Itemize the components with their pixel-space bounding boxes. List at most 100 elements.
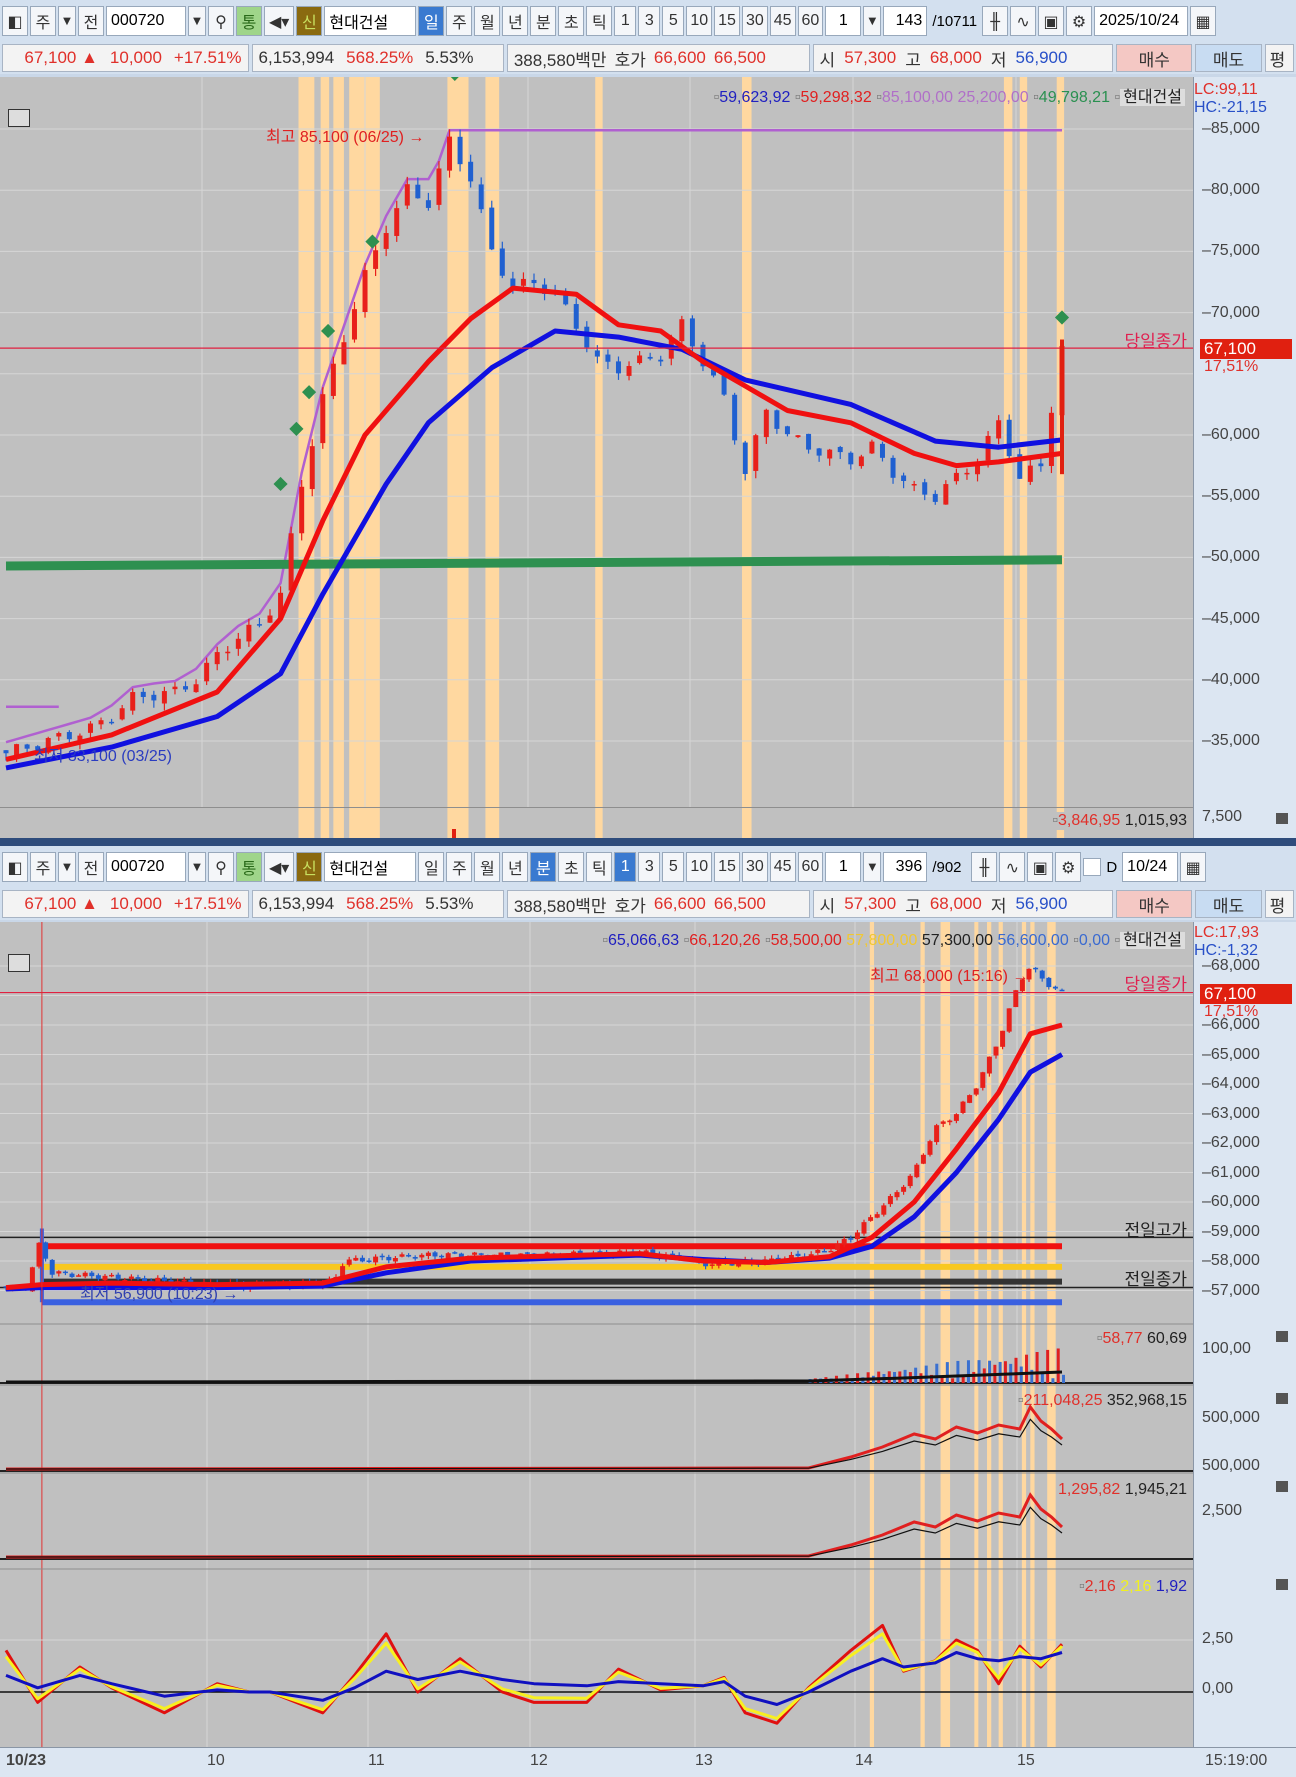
period-tab-0[interactable]: 일 bbox=[418, 852, 445, 882]
time-axis[interactable]: 10/23 10 11 12 13 14 15 15:19:00 bbox=[0, 1747, 1296, 1777]
stock-name-field[interactable]: 현대건설 bbox=[324, 6, 417, 36]
interval-button-30[interactable]: 30 bbox=[741, 6, 768, 36]
y-tick: –80,000 bbox=[1202, 181, 1260, 199]
exchange-select[interactable]: 전 bbox=[78, 852, 104, 882]
calendar-icon[interactable]: ▦ bbox=[1190, 6, 1217, 36]
interval-button-45[interactable]: 45 bbox=[769, 6, 796, 36]
period-tab-3[interactable]: 년 bbox=[502, 852, 529, 882]
close-panel-icon[interactable] bbox=[1276, 813, 1288, 824]
daily-price-axis[interactable]: LC:99,11 HC:-21,15 67,100 17,51% 7,500 –… bbox=[1193, 77, 1296, 838]
candle-body bbox=[894, 1192, 900, 1198]
minute-chart-area[interactable]: ▫65,066,63 ▫66,120,26 ▫58,500,00 57,800,… bbox=[0, 922, 1193, 1747]
interval-button-5[interactable]: 5 bbox=[662, 6, 685, 36]
interval-button-10[interactable]: 10 bbox=[686, 852, 713, 882]
eval-button[interactable]: 평 bbox=[1264, 44, 1294, 72]
grid-toggle-icon[interactable] bbox=[8, 109, 30, 127]
data-position-input[interactable]: 396 bbox=[883, 852, 928, 882]
interval-button-15[interactable]: 15 bbox=[714, 852, 740, 882]
period-tab-1[interactable]: 주 bbox=[446, 6, 473, 36]
d-checkbox[interactable] bbox=[1083, 858, 1102, 876]
interval-button-10[interactable]: 10 bbox=[686, 6, 713, 36]
interval-button-3[interactable]: 3 bbox=[638, 6, 661, 36]
interval-button-30[interactable]: 30 bbox=[741, 852, 768, 882]
period-tab-6[interactable]: 틱 bbox=[586, 6, 613, 36]
candle-body bbox=[56, 733, 62, 737]
indicator-add-icon[interactable]: ∿ bbox=[999, 852, 1026, 882]
chevron-down-icon[interactable]: ▼ bbox=[188, 852, 206, 882]
indicator-add-icon[interactable]: ∿ bbox=[1010, 6, 1037, 36]
search-icon[interactable]: ⚲ bbox=[208, 6, 234, 36]
integrated-button[interactable]: 통 bbox=[236, 852, 262, 882]
x-tick: 14 bbox=[855, 1752, 873, 1769]
gear-icon[interactable]: ⚙ bbox=[1055, 852, 1082, 882]
buy-button[interactable]: 매수 bbox=[1116, 890, 1193, 918]
close-panel-icon[interactable] bbox=[1276, 1393, 1288, 1404]
chevron-down-icon[interactable]: ▼ bbox=[58, 852, 76, 882]
sell-button[interactable]: 매도 bbox=[1195, 890, 1262, 918]
period-tab-2[interactable]: 월 bbox=[474, 6, 501, 36]
speaker-icon[interactable]: ◀▾ bbox=[264, 6, 295, 36]
minute-price-axis[interactable]: LC:17,93 HC:-1,32 67,100 17,51% 100,00 5… bbox=[1193, 922, 1296, 1747]
chevron-down-icon[interactable]: ▼ bbox=[863, 6, 882, 36]
layout-icon[interactable]: ◧ bbox=[2, 852, 28, 882]
close-panel-icon[interactable] bbox=[1276, 1481, 1288, 1492]
sell-button[interactable]: 매도 bbox=[1195, 44, 1262, 72]
period-tab-4[interactable]: 분 bbox=[530, 6, 557, 36]
interval-button-60[interactable]: 60 bbox=[797, 852, 824, 882]
interval-button-3[interactable]: 3 bbox=[638, 852, 661, 882]
period-tab-5[interactable]: 초 bbox=[558, 6, 585, 36]
gear-icon[interactable]: ⚙ bbox=[1066, 6, 1093, 36]
candle-body bbox=[890, 457, 896, 478]
data-position-input[interactable]: 143 bbox=[883, 6, 928, 36]
period-tab-2[interactable]: 월 bbox=[474, 852, 501, 882]
credit-badge: 신 bbox=[296, 6, 323, 36]
interval-button-45[interactable]: 45 bbox=[769, 852, 796, 882]
integrated-button[interactable]: 통 bbox=[236, 6, 262, 36]
period-tab-6[interactable]: 틱 bbox=[586, 852, 613, 882]
candle-body bbox=[89, 1272, 95, 1277]
interval-button-60[interactable]: 60 bbox=[797, 6, 824, 36]
period-tab-0[interactable]: 일 bbox=[418, 6, 445, 36]
period-tab-1[interactable]: 주 bbox=[446, 852, 473, 882]
candle-body bbox=[246, 624, 252, 642]
interval-button-1[interactable]: 1 bbox=[614, 852, 637, 882]
grid-toggle-icon[interactable] bbox=[8, 954, 30, 972]
calendar-icon[interactable]: ▦ bbox=[1180, 852, 1207, 882]
close-panel-icon[interactable] bbox=[1276, 1579, 1288, 1590]
period-tab-4[interactable]: 분 bbox=[530, 852, 557, 882]
osc-yellow-line bbox=[4, 1632, 1063, 1720]
period-tab-5[interactable]: 초 bbox=[558, 852, 585, 882]
panel-splitter[interactable] bbox=[0, 838, 1296, 846]
chevron-down-icon[interactable]: ▼ bbox=[863, 852, 882, 882]
stock-code-input[interactable]: 000720 bbox=[106, 6, 186, 36]
daily-chart-area[interactable]: ▫59,623,92 ▫59,298,32 ▫85,100,00 25,200,… bbox=[0, 77, 1193, 838]
date-input[interactable]: 2025/10/24 bbox=[1094, 6, 1189, 36]
candle-add-icon[interactable]: ╫ bbox=[982, 6, 1009, 36]
period-tab-3[interactable]: 년 bbox=[502, 6, 529, 36]
interval-count-input[interactable]: 1 bbox=[825, 852, 862, 882]
layout-icon[interactable]: ◧ bbox=[2, 6, 28, 36]
interval-count-input[interactable]: 1 bbox=[825, 6, 862, 36]
date-input[interactable]: 10/24 bbox=[1122, 852, 1179, 882]
market-select[interactable]: 주 bbox=[30, 852, 56, 882]
chevron-down-icon[interactable]: ▼ bbox=[188, 6, 206, 36]
stock-name-field[interactable]: 현대건설 bbox=[324, 852, 417, 882]
market-select[interactable]: 주 bbox=[30, 6, 56, 36]
panel2-legend: ▫211,048,25 352,968,15 bbox=[1017, 1392, 1187, 1409]
close-panel-icon[interactable] bbox=[1276, 1331, 1288, 1342]
chevron-down-icon[interactable]: ▼ bbox=[58, 6, 76, 36]
buy-button[interactable]: 매수 bbox=[1116, 44, 1193, 72]
candle-add-icon[interactable]: ╫ bbox=[971, 852, 998, 882]
interval-button-15[interactable]: 15 bbox=[714, 6, 740, 36]
candle-body bbox=[615, 361, 621, 374]
save-icon[interactable]: ▣ bbox=[1027, 852, 1054, 882]
search-icon[interactable]: ⚲ bbox=[208, 852, 234, 882]
interval-button-5[interactable]: 5 bbox=[662, 852, 685, 882]
stock-code-input[interactable]: 000720 bbox=[106, 852, 186, 882]
speaker-icon[interactable]: ◀▾ bbox=[264, 852, 295, 882]
candle-body bbox=[436, 168, 442, 205]
interval-button-1[interactable]: 1 bbox=[614, 6, 637, 36]
exchange-select[interactable]: 전 bbox=[78, 6, 104, 36]
save-icon[interactable]: ▣ bbox=[1038, 6, 1065, 36]
eval-button[interactable]: 평 bbox=[1264, 890, 1294, 918]
